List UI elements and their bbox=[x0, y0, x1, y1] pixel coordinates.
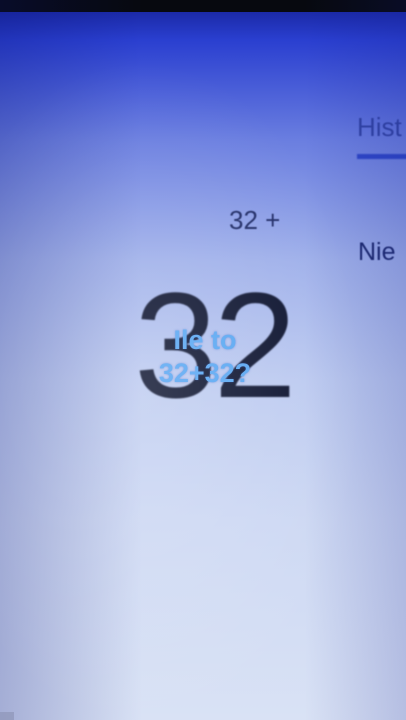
overlay-caption-line1: Ile to bbox=[173, 325, 237, 355]
overlay-caption-line2: 32+32? bbox=[158, 358, 252, 388]
corner-artifact bbox=[0, 712, 14, 720]
photo-frame: Hist Nie 32 + 32 Ile to 32+32? bbox=[0, 0, 406, 720]
overlay-caption: Ile to 32+32? bbox=[130, 324, 280, 390]
screen-bezel bbox=[0, 0, 406, 12]
calculator-expression: 32 + bbox=[229, 205, 281, 235]
history-tab[interactable]: Hist bbox=[357, 112, 402, 143]
history-empty-message: Nie bbox=[358, 238, 396, 266]
history-tab-underline bbox=[357, 154, 406, 159]
